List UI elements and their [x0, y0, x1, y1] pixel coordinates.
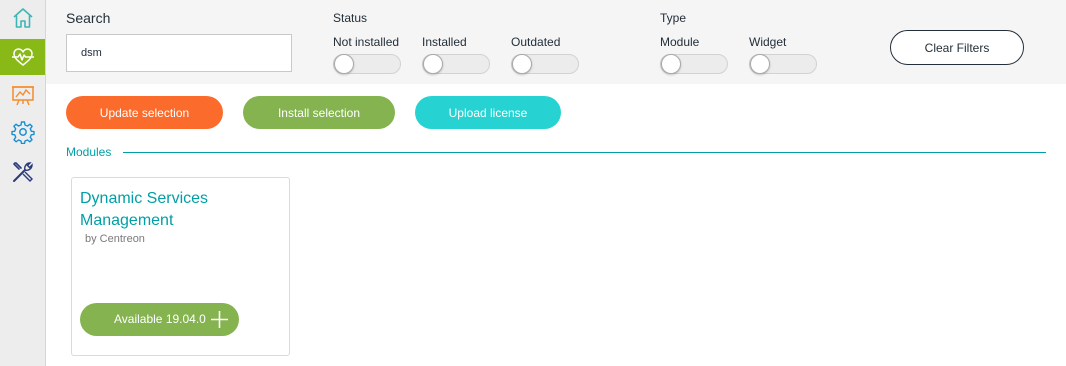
- sidebar: [0, 0, 46, 366]
- status-installed-label: Installed: [422, 35, 467, 49]
- search-label: Search: [66, 10, 111, 26]
- upload-license-button[interactable]: Upload license: [415, 96, 561, 129]
- installed-toggle[interactable]: [422, 54, 490, 74]
- module-title: Dynamic Services Management: [80, 190, 209, 229]
- status-label: Status: [333, 11, 368, 25]
- heartbeat-icon: [11, 48, 34, 66]
- install-selection-button[interactable]: Install selection: [243, 96, 395, 129]
- tools-icon: [12, 162, 33, 182]
- sidebar-item-administration[interactable]: [0, 154, 45, 190]
- sidebar-item-home[interactable]: [0, 0, 45, 36]
- widget-toggle[interactable]: [749, 54, 817, 74]
- clear-filters-button[interactable]: Clear Filters: [890, 30, 1024, 65]
- install-module-label: Available 19.04.0: [114, 312, 206, 326]
- status-outdated-label: Outdated: [511, 35, 561, 49]
- outdated-toggle[interactable]: [511, 54, 579, 74]
- module-author: by Centreon: [85, 233, 145, 245]
- toggle-knob: [512, 54, 532, 74]
- toggle-knob: [423, 54, 443, 74]
- update-selection-button[interactable]: Update selection: [66, 96, 223, 129]
- section-divider: [123, 152, 1046, 153]
- install-module-button[interactable]: Available 19.04.0: [80, 303, 239, 336]
- type-widget-label: Widget: [749, 35, 787, 49]
- toggle-knob: [750, 54, 770, 74]
- status-not-installed-label: Not installed: [333, 35, 400, 49]
- sidebar-item-reporting[interactable]: [0, 77, 45, 113]
- not-installed-toggle[interactable]: [333, 54, 401, 74]
- toggle-knob: [334, 54, 354, 74]
- plus-icon: [211, 311, 228, 328]
- type-label: Type: [660, 11, 687, 25]
- module-card[interactable]: Dynamic Services Management by Centreon …: [71, 177, 290, 356]
- toggle-knob: [661, 54, 681, 74]
- filter-bar: Search Status Not installed Installed Ou…: [46, 0, 1066, 84]
- type-module-label: Module: [660, 35, 700, 49]
- modules-section-title: Modules: [66, 145, 112, 159]
- search-input[interactable]: [66, 34, 292, 72]
- gear-icon: [10, 121, 35, 144]
- home-icon: [12, 8, 33, 28]
- sidebar-item-monitoring[interactable]: [0, 39, 45, 75]
- module-toggle[interactable]: [660, 54, 728, 74]
- presentation-chart-icon: [11, 86, 34, 106]
- sidebar-item-configuration[interactable]: [0, 114, 45, 150]
